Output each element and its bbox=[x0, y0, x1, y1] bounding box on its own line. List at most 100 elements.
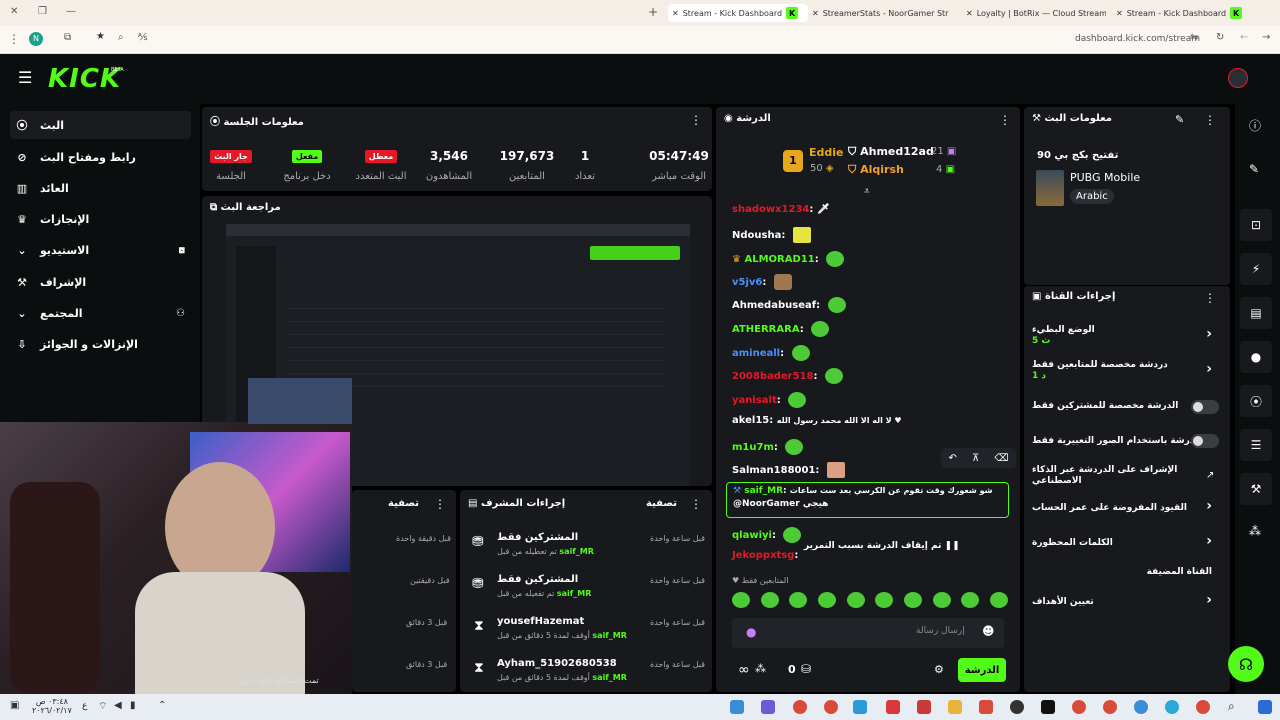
panel-menu-icon[interactable]: ⋮ bbox=[434, 497, 446, 511]
chat-username[interactable]: shadowx1234 bbox=[732, 204, 809, 215]
sidebar-item-community[interactable]: ⌄ المجتمع ⚇ bbox=[10, 299, 191, 327]
panel-menu-icon[interactable]: ⋮ bbox=[1204, 113, 1216, 127]
emote-icon[interactable] bbox=[760, 592, 779, 608]
mod-action-title[interactable]: Ayham_51902680538 bbox=[497, 658, 617, 669]
chat-username[interactable]: saif_MR bbox=[744, 486, 783, 496]
sidebar-item-stream-key[interactable]: ⊘ رابط ومفتاح البث bbox=[10, 143, 191, 171]
reload-icon[interactable]: ↻ bbox=[1216, 32, 1224, 43]
gift-icon[interactable]: ⛁ bbox=[801, 662, 811, 676]
settings-icon[interactable]: ⚙ bbox=[934, 663, 944, 676]
sidebar-item-stream[interactable]: ⦿ البث bbox=[10, 111, 191, 139]
back-icon[interactable]: → bbox=[1262, 32, 1270, 43]
user-avatar[interactable] bbox=[1228, 68, 1248, 88]
search-icon[interactable]: ⌕ bbox=[118, 32, 124, 43]
set-goals-row[interactable]: تعيين الأهداف › bbox=[1032, 593, 1222, 611]
battery-icon[interactable]: ▮ bbox=[130, 700, 136, 711]
close-window-icon[interactable]: ✕ bbox=[10, 6, 18, 17]
chat-input[interactable]: ● إرسال رسالة ☻ bbox=[732, 618, 1004, 648]
tab-stream-dashboard-2[interactable]: ✕ Stream - Kick Dashboard K bbox=[1116, 4, 1256, 22]
panel-menu-icon[interactable]: ⋮ bbox=[999, 113, 1011, 127]
emote-only-toggle[interactable] bbox=[1191, 434, 1219, 448]
close-tab-icon[interactable]: ✕ bbox=[1116, 9, 1123, 18]
mod-action-by[interactable]: saif_MR bbox=[592, 631, 627, 640]
emote-icon[interactable] bbox=[903, 592, 922, 608]
chat-username[interactable]: v5jv6 bbox=[732, 277, 762, 288]
filter-label[interactable]: تصفية bbox=[388, 498, 419, 509]
category-thumbnail[interactable] bbox=[1036, 170, 1064, 206]
edge-icon[interactable] bbox=[1165, 700, 1179, 714]
followers-only-row[interactable]: دردشة مخصصة للمتابعين فقط 1 د › bbox=[1032, 360, 1222, 384]
host-channel-row[interactable]: القناة المضيفة bbox=[1032, 567, 1222, 581]
sidebar-item-studio[interactable]: ⌄ الاستيديو ⧇ bbox=[10, 236, 191, 264]
chrome-icon[interactable] bbox=[1072, 700, 1086, 714]
fullscreen-icon[interactable]: ⊡ bbox=[1240, 209, 1272, 241]
restore-window-icon[interactable]: ❐ bbox=[38, 6, 47, 17]
sidebar-item-revenue[interactable]: ▥ العائد bbox=[10, 174, 191, 202]
wrench-icon[interactable]: ⚒ bbox=[1240, 473, 1272, 505]
chat-username[interactable]: 2008bader518 bbox=[732, 371, 813, 382]
chat-username[interactable]: akel15 bbox=[732, 415, 769, 426]
emoji-icon[interactable]: ☻ bbox=[982, 624, 995, 638]
app-icon[interactable] bbox=[917, 700, 931, 714]
hamburger-menu-icon[interactable]: ☰ bbox=[18, 68, 32, 87]
sidebar-item-moderation[interactable]: ⚒ الإشراف bbox=[10, 268, 191, 296]
filter-label[interactable]: تصفية bbox=[646, 498, 677, 509]
volume-icon[interactable]: ◀ bbox=[114, 700, 122, 711]
subscribers-only-toggle[interactable] bbox=[1191, 400, 1219, 414]
chat-paused-notice[interactable]: تم إيقاف الدرشة بسبب التمرير ❚❚ bbox=[804, 541, 960, 551]
chat-username[interactable]: Jekoppxtsg bbox=[732, 550, 794, 561]
leader-name[interactable]: Eddie bbox=[809, 146, 844, 159]
emote-icon[interactable] bbox=[732, 592, 750, 608]
tab-botrix[interactable]: ✕ Loyalty | BotRix — Cloud Stream bbox=[966, 4, 1106, 22]
chat-username[interactable]: yanisalt bbox=[732, 395, 777, 406]
mod-action-by[interactable]: saif_MR bbox=[592, 673, 627, 682]
forward-icon[interactable]: ← bbox=[1240, 32, 1248, 43]
mod-action-by[interactable]: saif_MR bbox=[557, 589, 592, 598]
chrome-icon[interactable] bbox=[1196, 700, 1210, 714]
emote-icon[interactable] bbox=[789, 592, 808, 608]
info-icon[interactable]: ⓘ bbox=[1249, 117, 1261, 134]
minimize-window-icon[interactable]: — bbox=[66, 6, 76, 17]
ai-moderation-row[interactable]: الإشراف على الدردشة عبر الذكاء الاصطناعي bbox=[1032, 465, 1192, 489]
steam-icon[interactable] bbox=[730, 700, 744, 714]
edit-icon[interactable]: ✎ bbox=[1249, 162, 1259, 176]
chat-username[interactable]: ATHERRARA bbox=[732, 324, 800, 335]
translate-icon[interactable]: ⅍ bbox=[138, 32, 147, 43]
tiktok-icon[interactable] bbox=[1041, 700, 1055, 714]
sidebar-item-drops[interactable]: ⇩ الإنزالات و الجوائز bbox=[10, 330, 191, 358]
notes-icon[interactable]: ▤ bbox=[1240, 297, 1272, 329]
broadcast-icon[interactable]: ⦿ bbox=[1240, 385, 1272, 417]
taskbar-tray-icon[interactable]: ▣ bbox=[10, 700, 19, 711]
chat-icon[interactable]: ● bbox=[1240, 341, 1272, 373]
discord-icon[interactable] bbox=[761, 700, 775, 714]
app-icon[interactable] bbox=[979, 700, 993, 714]
mod-action-by[interactable]: saif_MR bbox=[559, 547, 594, 556]
mod-action-title[interactable]: yousefHazemat bbox=[497, 616, 584, 627]
new-tab-icon[interactable]: + bbox=[648, 5, 658, 19]
bookmark-star-icon[interactable]: ★ bbox=[96, 31, 105, 42]
delete-icon[interactable]: ⌫ bbox=[994, 453, 1008, 464]
collapse-leaders-icon[interactable]: ⩡ bbox=[864, 186, 870, 197]
input-language[interactable]: ع bbox=[82, 701, 87, 711]
support-headset-icon[interactable]: ☊ bbox=[1228, 646, 1264, 682]
leader-row[interactable]: ⛉ Alqirsh bbox=[848, 163, 904, 177]
panel-menu-icon[interactable]: ⋮ bbox=[1204, 291, 1216, 305]
external-link-icon[interactable]: ↗ bbox=[1206, 470, 1214, 481]
telegram-icon[interactable] bbox=[853, 700, 867, 714]
tray-expand-icon[interactable]: ⌃ bbox=[158, 700, 166, 711]
chrome-icon[interactable] bbox=[824, 700, 838, 714]
account-age-row[interactable]: القيود المفروضة على عمر الحساب › bbox=[1032, 499, 1222, 517]
chat-username[interactable]: Ahmedabuseaf bbox=[732, 300, 816, 311]
chrome-icon[interactable] bbox=[1103, 700, 1117, 714]
infinity-icon[interactable]: ∞ bbox=[738, 662, 750, 678]
panel-menu-icon[interactable]: ⋮ bbox=[690, 497, 702, 511]
emote-icon[interactable] bbox=[961, 592, 980, 608]
panel-menu-icon[interactable]: ⋮ bbox=[690, 113, 702, 127]
taskbar-clock[interactable]: ٠٣:٤٨ ص ٢٠٢٦/٠٢/١٧ bbox=[32, 697, 72, 715]
microphone-icon[interactable]: ● bbox=[746, 625, 756, 639]
folder-icon[interactable] bbox=[948, 700, 962, 714]
emote-icon[interactable] bbox=[817, 592, 836, 608]
sidebar-item-achievements[interactable]: ♛ الإنجازات bbox=[10, 205, 191, 233]
chat-username[interactable]: m1u7m bbox=[732, 442, 774, 453]
chat-username[interactable]: amineall bbox=[732, 348, 780, 359]
